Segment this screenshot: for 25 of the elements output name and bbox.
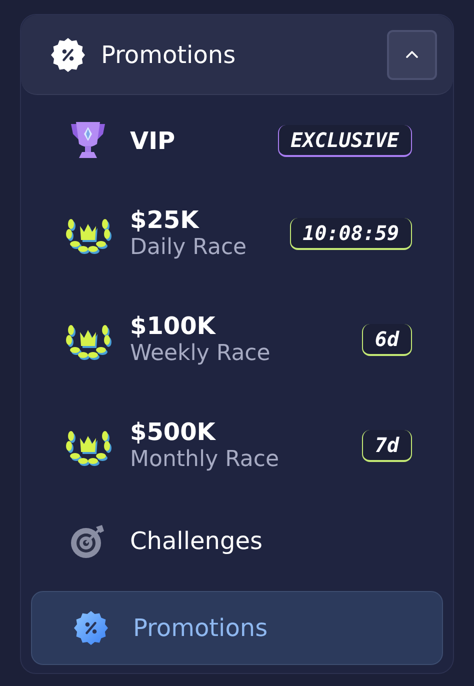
item-subtitle: Weekly Race bbox=[130, 340, 272, 368]
item-title: $500K bbox=[130, 418, 217, 446]
collapse-button[interactable] bbox=[387, 30, 437, 80]
item-title: Promotions bbox=[133, 613, 269, 644]
countdown-tag: 7d bbox=[362, 430, 412, 462]
countdown-tag: EXCLUSIVE bbox=[278, 125, 412, 157]
menu-item[interactable]: VIP EXCLUSIVE bbox=[31, 101, 443, 181]
target-icon bbox=[69, 522, 107, 560]
item-title: VIP bbox=[130, 127, 176, 155]
chevron-up-icon bbox=[406, 51, 418, 58]
countdown-tag: 10:08:59 bbox=[290, 218, 412, 250]
item-subtitle: Monthly Race bbox=[130, 446, 280, 474]
item-title: Challenges bbox=[130, 526, 264, 557]
menu-item[interactable]: $100K Weekly Race 6d bbox=[31, 287, 443, 393]
percent-badge-icon bbox=[74, 611, 108, 645]
menu-item[interactable]: $25K Daily Race 10:08:59 bbox=[31, 181, 443, 287]
item-subtitle: Daily Race bbox=[130, 234, 248, 262]
header-title: Promotions bbox=[101, 40, 237, 70]
item-title: $100K bbox=[130, 312, 217, 340]
percent-badge-icon bbox=[51, 38, 85, 72]
menu-item[interactable]: $500K Monthly Race 7d bbox=[31, 393, 443, 499]
menu-item[interactable]: Promotions bbox=[31, 591, 443, 665]
countdown-tag: 6d bbox=[362, 324, 412, 356]
menu-item[interactable]: Challenges bbox=[31, 499, 443, 583]
item-title: $25K bbox=[130, 206, 200, 234]
